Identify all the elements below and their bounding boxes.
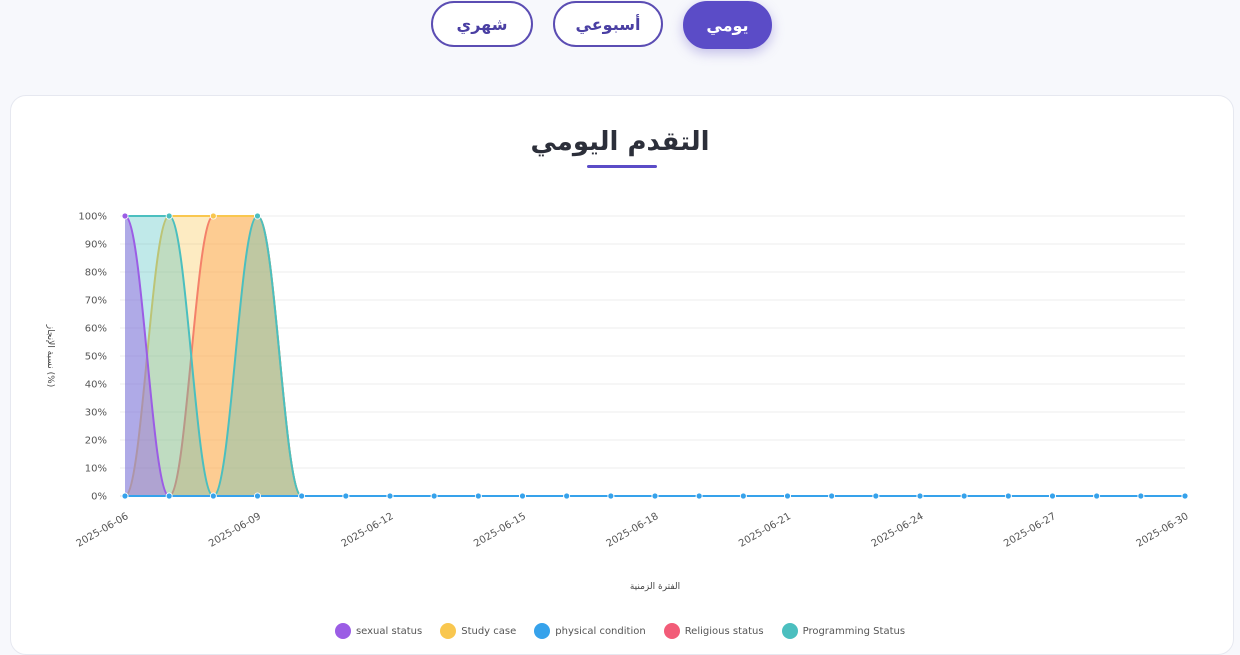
legend-label: Study case <box>461 625 517 637</box>
legend-swatch <box>781 623 798 639</box>
y-tick-label: 70% <box>85 296 107 307</box>
point-physical-condition <box>165 492 173 500</box>
point-physical-condition <box>960 492 968 500</box>
chart-legend: sexual status Study case physical conditio… <box>0 622 1240 640</box>
legend-swatch <box>663 623 680 639</box>
x-tick-label: 2025-06-09 <box>207 511 263 550</box>
legend-swatch <box>534 623 551 639</box>
y-tick-label: 40% <box>85 380 107 391</box>
point-physical-condition <box>739 492 747 500</box>
y-tick-label: 50% <box>85 352 107 363</box>
y-axis-title: نسبة الإنجاز (%) <box>45 324 55 387</box>
legend-label: physical condition <box>555 625 646 637</box>
x-tick-label: 2025-06-30 <box>1135 511 1191 550</box>
point-physical-condition <box>1137 492 1145 500</box>
legend-swatch <box>334 623 351 639</box>
x-tick-label: 2025-06-27 <box>1002 511 1058 550</box>
point-physical-condition <box>695 492 703 500</box>
point-programming-status <box>254 212 261 220</box>
point-physical-condition <box>430 492 438 500</box>
point-programming-status <box>165 212 173 220</box>
y-tick-label: 60% <box>85 324 107 335</box>
y-tick-label: 10% <box>85 464 107 475</box>
point-physical-condition <box>784 492 791 500</box>
point-physical-condition <box>1004 492 1012 500</box>
y-tick-label: 20% <box>85 436 107 447</box>
x-axis-title: الفترة الزمنية <box>630 582 680 592</box>
point-physical-condition <box>563 492 571 500</box>
point-physical-condition <box>1181 492 1189 500</box>
legend-item[interactable]: Programming Status <box>781 622 906 640</box>
point-physical-condition <box>828 492 836 500</box>
y-tick-label: 90% <box>85 240 107 251</box>
x-tick-label: 2025-06-21 <box>737 511 793 550</box>
point-physical-condition <box>209 492 217 500</box>
legend-label: Religious status <box>684 625 764 637</box>
x-tick-label: 2025-06-24 <box>870 511 926 550</box>
point-physical-condition <box>474 492 482 500</box>
point-physical-condition <box>916 492 924 500</box>
legend-swatch <box>440 623 457 639</box>
point-study-case <box>209 212 217 220</box>
x-tick-label: 2025-06-06 <box>75 511 131 550</box>
y-tick-label: 30% <box>85 408 107 419</box>
point-physical-condition <box>607 492 615 500</box>
point-physical-condition <box>1049 492 1056 500</box>
point-physical-condition <box>872 492 880 500</box>
y-tick-label: 80% <box>85 268 107 279</box>
legend-item[interactable]: physical condition <box>534 622 646 640</box>
y-tick-label: 100% <box>78 212 107 223</box>
point-physical-condition <box>121 492 129 500</box>
point-physical-condition <box>254 492 261 500</box>
x-tick-label: 2025-06-12 <box>340 511 396 550</box>
legend-label: sexual status <box>355 625 423 637</box>
point-physical-condition <box>298 492 306 500</box>
legend-label: Programming Status <box>802 625 906 637</box>
daily-progress-chart: 0% 10% 20% 30% 40% 50% 60% 70% 80% 90% 100% 2025-06… <box>45 212 1191 593</box>
y-tick-label: 0% <box>91 492 107 503</box>
legend-item[interactable]: Study case <box>440 622 516 640</box>
point-sexual-status <box>121 212 129 220</box>
x-tick-label: 2025-06-15 <box>472 511 528 550</box>
x-tick-label: 2025-06-18 <box>605 511 661 550</box>
legend-item[interactable]: sexual status <box>334 622 423 640</box>
point-physical-condition <box>342 492 350 500</box>
point-physical-condition <box>651 492 659 500</box>
point-physical-condition <box>1093 492 1101 500</box>
point-physical-condition <box>519 492 526 500</box>
legend-item[interactable]: Religious status <box>663 622 764 640</box>
point-physical-condition <box>386 492 394 500</box>
